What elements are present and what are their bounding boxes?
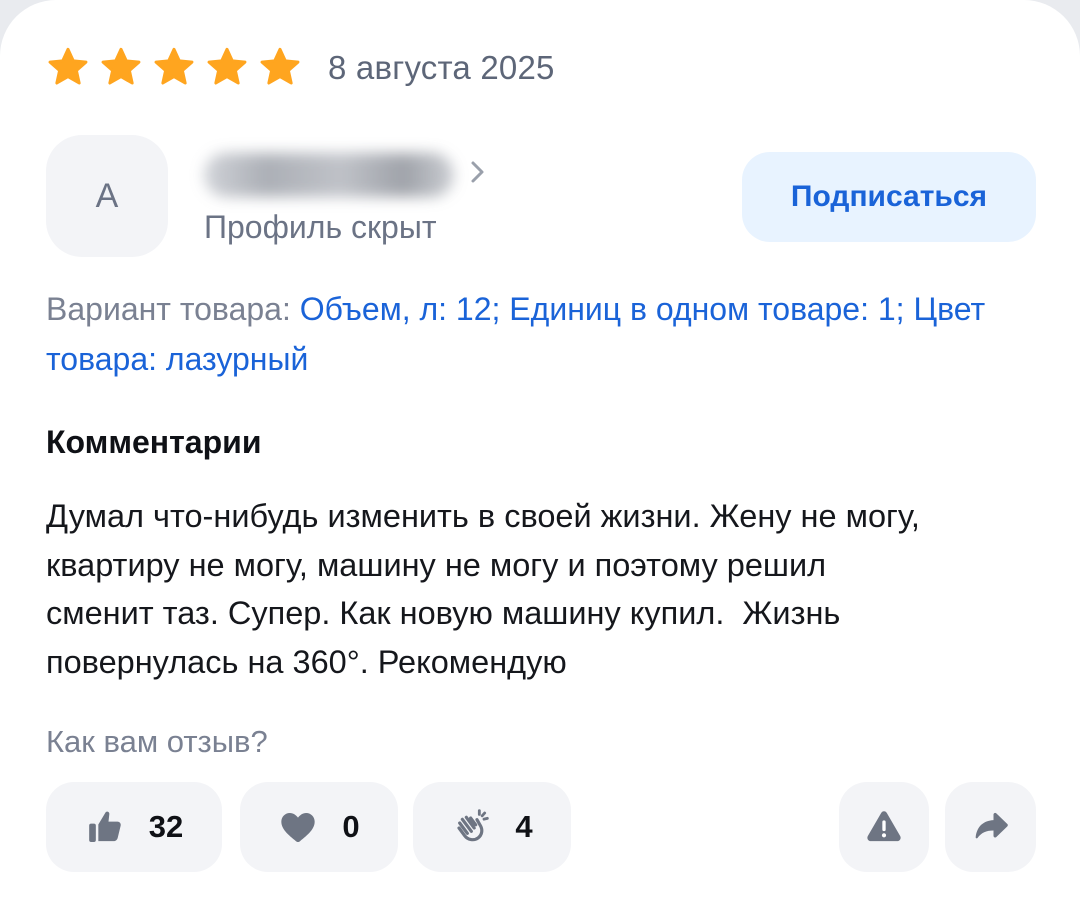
author-row: А Профиль скрыт Подписаться (46, 135, 1036, 259)
author-name-hidden[interactable] (204, 153, 454, 197)
clap-button[interactable]: 4 (413, 782, 571, 872)
star-icon (154, 47, 194, 85)
review-date: 8 августа 2025 (328, 49, 555, 86)
clap-count: 4 (515, 809, 533, 844)
star-icon (101, 47, 141, 85)
comments-heading: Комментарии (46, 424, 262, 460)
report-button[interactable] (839, 782, 929, 872)
rating-row: 8 августа 2025 (46, 44, 555, 92)
heart-count: 0 (342, 809, 360, 844)
avatar[interactable]: А (46, 135, 168, 257)
star-icon (207, 47, 247, 85)
star-icon (260, 47, 300, 85)
heart-button[interactable]: 0 (240, 782, 398, 872)
reaction-bar: 32 0 4 (46, 782, 1036, 872)
star-rating (46, 46, 302, 90)
warning-icon (867, 811, 901, 842)
product-variant: Вариант товара: Объем, л: 12; Единиц в о… (46, 284, 1036, 384)
like-button[interactable]: 32 (46, 782, 222, 872)
clapping-hands-icon (457, 809, 490, 842)
feedback-question: Как вам отзыв? (46, 724, 268, 759)
comment-text: Думал что-нибудь изменить в своей жизни.… (46, 498, 920, 680)
variant-label: Вариант товара: (46, 291, 300, 327)
heart-icon (281, 813, 316, 842)
chevron-right-icon[interactable] (466, 157, 490, 187)
share-arrow-icon (975, 812, 1008, 839)
share-button[interactable] (945, 782, 1036, 872)
thumbs-up-icon (88, 811, 121, 842)
avatar-letter: А (95, 176, 119, 215)
star-icon (48, 47, 88, 85)
review-card: 8 августа 2025 А Профиль скрыт Подписать… (0, 0, 1080, 903)
profile-status: Профиль скрыт (204, 209, 437, 245)
subscribe-button[interactable]: Подписаться (742, 152, 1036, 242)
like-count: 32 (148, 809, 184, 844)
